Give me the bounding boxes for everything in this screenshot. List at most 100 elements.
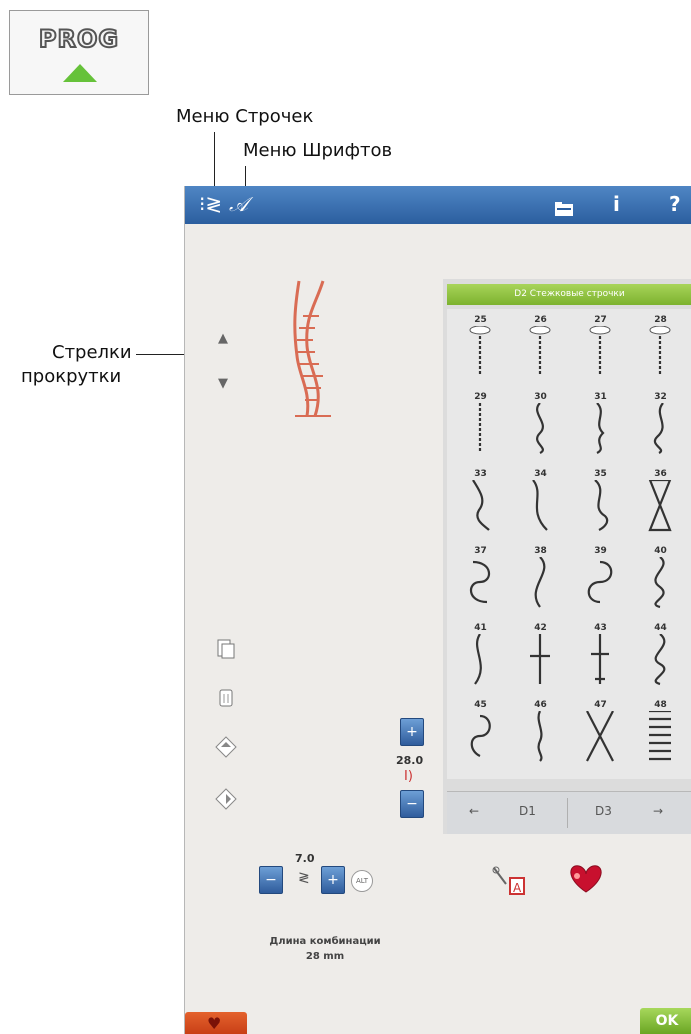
stitch-icon xyxy=(469,326,491,376)
length-value: 7.0 xyxy=(295,852,315,865)
alt-icon[interactable]: ALT xyxy=(351,870,373,892)
stitch-cell[interactable]: 48 xyxy=(633,700,688,775)
length-increase-button[interactable]: + xyxy=(321,866,345,894)
stitch-cell[interactable]: 33 xyxy=(453,469,508,544)
stitch-number: 39 xyxy=(594,546,607,556)
stitch-cell[interactable]: 36 xyxy=(633,469,688,544)
stitch-icon xyxy=(591,634,609,684)
embroidery-icon[interactable] xyxy=(565,862,607,896)
stitch-icon xyxy=(470,560,490,604)
stitch-icon xyxy=(653,403,664,454)
stitch-number: 34 xyxy=(534,469,547,479)
stitch-cell[interactable]: 35 xyxy=(573,469,628,544)
stitch-cell[interactable]: 26 xyxy=(513,315,568,390)
prev-page-button[interactable]: D1 xyxy=(519,804,536,818)
stitch-cell[interactable]: 37 xyxy=(453,546,508,621)
prev-arrow-icon[interactable]: ← xyxy=(469,804,479,818)
stitch-cell[interactable]: 43 xyxy=(573,623,628,698)
stitch-number: 45 xyxy=(474,700,487,710)
stitch-icon xyxy=(529,326,551,376)
page-bar: ← D1 D3 → xyxy=(447,791,691,834)
stitch-panel: D2 Стежковые строчки 25 26 27 28 29 30 31 32 33 3… xyxy=(443,279,691,834)
stitch-cell[interactable]: 45 xyxy=(453,700,508,775)
callout-scroll-line2: прокрутки xyxy=(21,366,122,387)
stitch-cell[interactable]: 44 xyxy=(633,623,688,698)
length-decrease-button[interactable]: − xyxy=(259,866,283,894)
stitch-icon xyxy=(654,557,665,609)
stitch-cell[interactable]: 39 xyxy=(573,546,628,621)
mirror-horizontal-icon[interactable] xyxy=(215,788,237,810)
callout-stitch-menu: Меню Строчек xyxy=(176,106,314,127)
next-arrow-icon[interactable]: → xyxy=(653,804,663,818)
stitch-cell[interactable]: 34 xyxy=(513,469,568,544)
callout-scroll-line1: Стрелки xyxy=(52,342,132,363)
callout-font-menu: Меню Шрифтов xyxy=(243,140,393,161)
width-increase-button[interactable]: + xyxy=(400,718,424,746)
stitch-number: 38 xyxy=(534,546,547,556)
stitch-number: 33 xyxy=(474,469,487,479)
stitch-icon xyxy=(470,714,491,758)
ok-button[interactable]: OK xyxy=(640,1008,691,1034)
stitch-cell[interactable]: 28 xyxy=(633,315,688,390)
font-menu-icon[interactable]: 𝒜 xyxy=(229,192,248,216)
stitch-number: 31 xyxy=(594,392,607,402)
stitch-icon xyxy=(649,326,671,376)
stitch-number: 37 xyxy=(474,546,487,556)
stitch-cell[interactable]: 47 xyxy=(573,700,628,775)
stitch-icon xyxy=(478,403,482,453)
prog-label: PROG xyxy=(38,24,120,54)
stitch-panel-header: D2 Стежковые строчки xyxy=(447,284,691,305)
stitch-menu-icon[interactable]: ⁝≷ xyxy=(199,192,222,216)
stitch-cell[interactable]: 38 xyxy=(513,546,568,621)
stitch-number: 46 xyxy=(534,700,547,710)
page-divider xyxy=(567,798,568,828)
stitch-icon xyxy=(536,403,544,454)
stitch-icon xyxy=(586,711,614,762)
stitch-length-icon: ≷ xyxy=(298,870,310,886)
stitch-cell[interactable]: 42 xyxy=(513,623,568,698)
stitch-icon xyxy=(530,634,550,684)
svg-text:A: A xyxy=(513,881,522,895)
stitch-number: 28 xyxy=(654,315,667,325)
stitch-icon xyxy=(594,480,609,531)
help-icon[interactable]: ? xyxy=(669,192,681,216)
stitch-cell[interactable]: 40 xyxy=(633,546,688,621)
stitch-number: 43 xyxy=(594,623,607,633)
stitch-icon xyxy=(596,403,605,454)
scroll-down-arrow-icon[interactable]: ▼ xyxy=(218,376,228,391)
favorites-button[interactable]: ♥ xyxy=(185,1012,247,1034)
mirror-vertical-icon[interactable] xyxy=(215,736,237,758)
info-icon[interactable]: i xyxy=(613,192,620,216)
prog-button[interactable]: PROG xyxy=(9,10,149,95)
needle-position-icon[interactable]: A xyxy=(490,864,530,898)
next-page-button[interactable]: D3 xyxy=(595,804,612,818)
stitch-number: 41 xyxy=(474,623,487,633)
stitch-cell[interactable]: 25 xyxy=(453,315,508,390)
stitch-number: 30 xyxy=(534,392,547,402)
stitch-icon xyxy=(589,326,611,376)
stitch-cell[interactable]: 27 xyxy=(573,315,628,390)
stitch-cell[interactable]: 46 xyxy=(513,700,568,775)
width-value: 28.0 xyxy=(396,754,424,767)
width-decrease-button[interactable]: − xyxy=(400,790,424,818)
stitch-cell[interactable]: 32 xyxy=(633,392,688,467)
heart-icon: ♥ xyxy=(207,1014,222,1033)
stitch-cell[interactable]: 31 xyxy=(573,392,628,467)
stitch-number: 25 xyxy=(474,315,487,325)
stitch-number: 42 xyxy=(534,623,547,633)
delete-icon[interactable] xyxy=(215,686,237,708)
stitch-cell[interactable]: 29 xyxy=(453,392,508,467)
stitch-cell[interactable]: 30 xyxy=(513,392,568,467)
scroll-up-arrow-icon[interactable]: ▲ xyxy=(218,331,228,346)
combination-length-value: 28 mm xyxy=(305,951,345,962)
top-bar: ⁝≷ 𝒜 i ? xyxy=(185,186,691,224)
copy-icon[interactable] xyxy=(215,638,237,660)
stitch-width-icon: Ι) xyxy=(404,769,413,784)
folder-icon[interactable] xyxy=(555,197,573,221)
stitch-number: 32 xyxy=(654,392,667,402)
stitch-number: 36 xyxy=(654,469,667,479)
stitch-cell[interactable]: 41 xyxy=(453,623,508,698)
stitch-number: 26 xyxy=(534,315,547,325)
combination-length-label: Длина комбинации xyxy=(269,936,381,947)
stitch-number: 48 xyxy=(654,700,667,710)
